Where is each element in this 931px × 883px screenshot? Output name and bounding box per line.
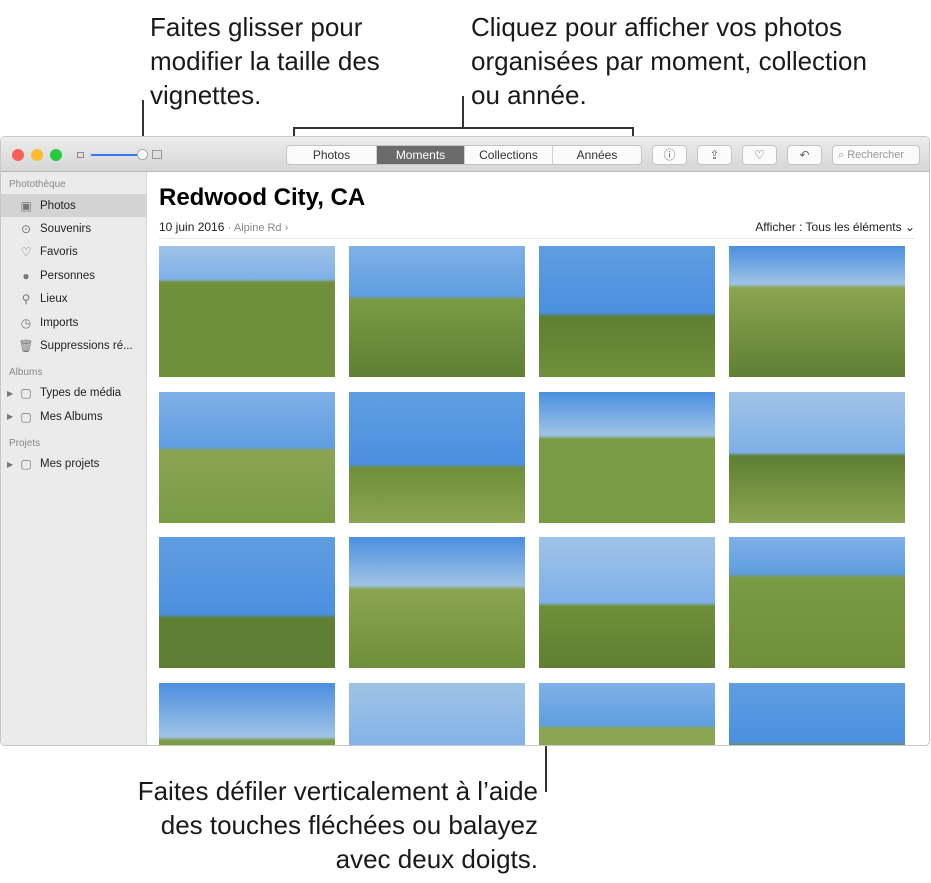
tab-moments[interactable]: Moments <box>377 146 465 164</box>
sidebar-item-suppressions[interactable]: 🗑 Suppressions ré... <box>1 334 146 357</box>
library-header: Photothèque <box>9 179 66 190</box>
minimize-button[interactable] <box>31 149 43 161</box>
heart-icon: ♡ <box>20 245 32 260</box>
toolbar: Photos Moments Collections Années ⓘ ⇪ ♡ … <box>1 137 929 172</box>
folder-icon: ▢ <box>20 409 32 424</box>
sidebar-item-photos[interactable]: ▣ Photos <box>1 194 146 218</box>
photo-thumbnail[interactable] <box>159 537 335 668</box>
rotate-icon: ↶ <box>799 148 810 162</box>
photo-thumbnail[interactable] <box>539 391 715 523</box>
albums-header: Albums <box>9 366 43 378</box>
trash-icon: 🗑 <box>18 339 34 354</box>
sidebar-item-label: Mes Albums <box>40 410 103 423</box>
photo-thumbnail[interactable] <box>159 246 335 377</box>
thumbnail-size-slider[interactable] <box>91 154 143 156</box>
zoom-button[interactable] <box>50 149 62 161</box>
photo-thumbnail[interactable] <box>539 537 715 668</box>
disclosure-triangle-icon[interactable]: ▶ <box>7 412 13 421</box>
sidebar-item-label: Types de média <box>40 387 122 400</box>
tab-collections[interactable]: Collections <box>465 146 553 164</box>
info-icon: ⓘ <box>663 148 676 162</box>
tab-photos[interactable]: Photos <box>287 146 377 164</box>
photo-thumbnail[interactable] <box>349 537 525 668</box>
photo-browser: Redwood City, CA 10 juin 2016 · Alpine R… <box>148 172 929 745</box>
tab-annees[interactable]: Années <box>553 146 641 164</box>
share-button[interactable]: ⇪ <box>697 145 732 165</box>
photo-thumbnail[interactable] <box>539 246 715 377</box>
sidebar-item-souvenirs[interactable]: ⊙ Souvenirs <box>1 217 146 240</box>
photo-thumbnail[interactable] <box>159 682 335 745</box>
photo-thumbnail[interactable] <box>729 682 905 745</box>
view-tabs: Photos Moments Collections Années <box>286 145 642 165</box>
sidebar-item-label: Mes projets <box>40 458 100 471</box>
slider-handle[interactable] <box>137 149 148 160</box>
sidebar-item-mes-projets[interactable]: ▶ ▢ Mes projets <box>1 453 146 476</box>
sidebar-item-lieux[interactable]: ⚲ Lieux <box>1 288 146 311</box>
favorite-button[interactable]: ♡ <box>742 145 777 165</box>
small-thumb-icon <box>77 152 84 158</box>
tabs-callout: Cliquez pour afficher vos photos organis… <box>471 12 867 110</box>
photo-thumbnail[interactable] <box>349 682 525 745</box>
photos-icon: ▣ <box>20 198 32 213</box>
pin-icon: ⚲ <box>21 292 31 307</box>
slider-callout: Faites glisser pour modifier la taille d… <box>150 12 380 110</box>
moment-location: Alpine Rd <box>233 222 282 234</box>
sidebar-item-label: Lieux <box>40 293 68 306</box>
filter-value: Tous les éléments <box>805 220 902 234</box>
moment-subtitle[interactable]: 10 juin 2016 · Alpine Rd › <box>159 220 288 234</box>
large-thumb-icon <box>152 150 162 159</box>
photos-window: Photos Moments Collections Années ⓘ ⇪ ♡ … <box>0 136 930 746</box>
rotate-button[interactable]: ↶ <box>787 145 822 165</box>
scroll-callout: Faites défiler verticalement à l’aide de… <box>137 776 538 874</box>
chevron-down-icon: ⌄ <box>904 220 915 234</box>
photo-thumbnail[interactable] <box>729 246 905 377</box>
disclosure-triangle-icon[interactable]: ▶ <box>7 389 13 398</box>
sidebar-item-imports[interactable]: ◷ Imports <box>1 311 146 334</box>
sidebar-item-label: Souvenirs <box>40 223 92 236</box>
sidebar-item-personnes[interactable]: ● Personnes <box>1 264 146 287</box>
search-icon: ⌕ <box>838 149 848 161</box>
filter-menu[interactable]: Afficher : Tous les éléments ⌄ <box>755 220 915 234</box>
close-button[interactable] <box>12 149 24 161</box>
moment-date: 10 juin 2016 <box>159 220 225 234</box>
search-placeholder: Rechercher <box>847 149 905 161</box>
photo-thumbnail[interactable] <box>729 391 905 523</box>
moment-title: Redwood City, CA <box>159 184 366 211</box>
heart-icon: ♡ <box>754 148 765 162</box>
sidebar-item-label: Personnes <box>40 269 95 282</box>
sidebar-item-types-media[interactable]: ▶ ▢ Types de média <box>1 382 146 405</box>
sidebar-item-favoris[interactable]: ♡ Favoris <box>1 241 146 264</box>
filter-label: Afficher : <box>755 220 803 234</box>
sidebar-item-label: Imports <box>40 316 79 329</box>
photo-thumbnail[interactable] <box>349 246 525 377</box>
photo-thumbnail[interactable] <box>349 391 525 523</box>
memories-icon: ⊙ <box>20 222 32 237</box>
person-icon: ● <box>22 268 30 283</box>
sidebar: Photothèque ▣ Photos ⊙ Souvenirs ♡ Favoris … <box>1 172 147 745</box>
share-icon: ⇪ <box>709 148 720 162</box>
clock-icon: ◷ <box>20 315 32 330</box>
info-button[interactable]: ⓘ <box>652 145 687 165</box>
folder-icon: ▢ <box>20 386 32 401</box>
sidebar-item-label: Photos <box>40 199 76 212</box>
search-field[interactable]: ⌕ Rechercher <box>832 145 920 165</box>
photo-thumbnail[interactable] <box>729 537 905 668</box>
folder-icon: ▢ <box>20 457 32 472</box>
photo-thumbnail[interactable] <box>539 682 715 745</box>
sidebar-item-mes-albums[interactable]: ▶ ▢ Mes Albums <box>1 405 146 428</box>
photo-thumbnail[interactable] <box>159 391 335 523</box>
disclosure-triangle-icon[interactable]: ▶ <box>7 460 13 469</box>
projects-header: Projets <box>9 437 41 449</box>
sidebar-item-label: Favoris <box>40 246 78 259</box>
sidebar-item-label: Suppressions ré... <box>40 340 133 353</box>
